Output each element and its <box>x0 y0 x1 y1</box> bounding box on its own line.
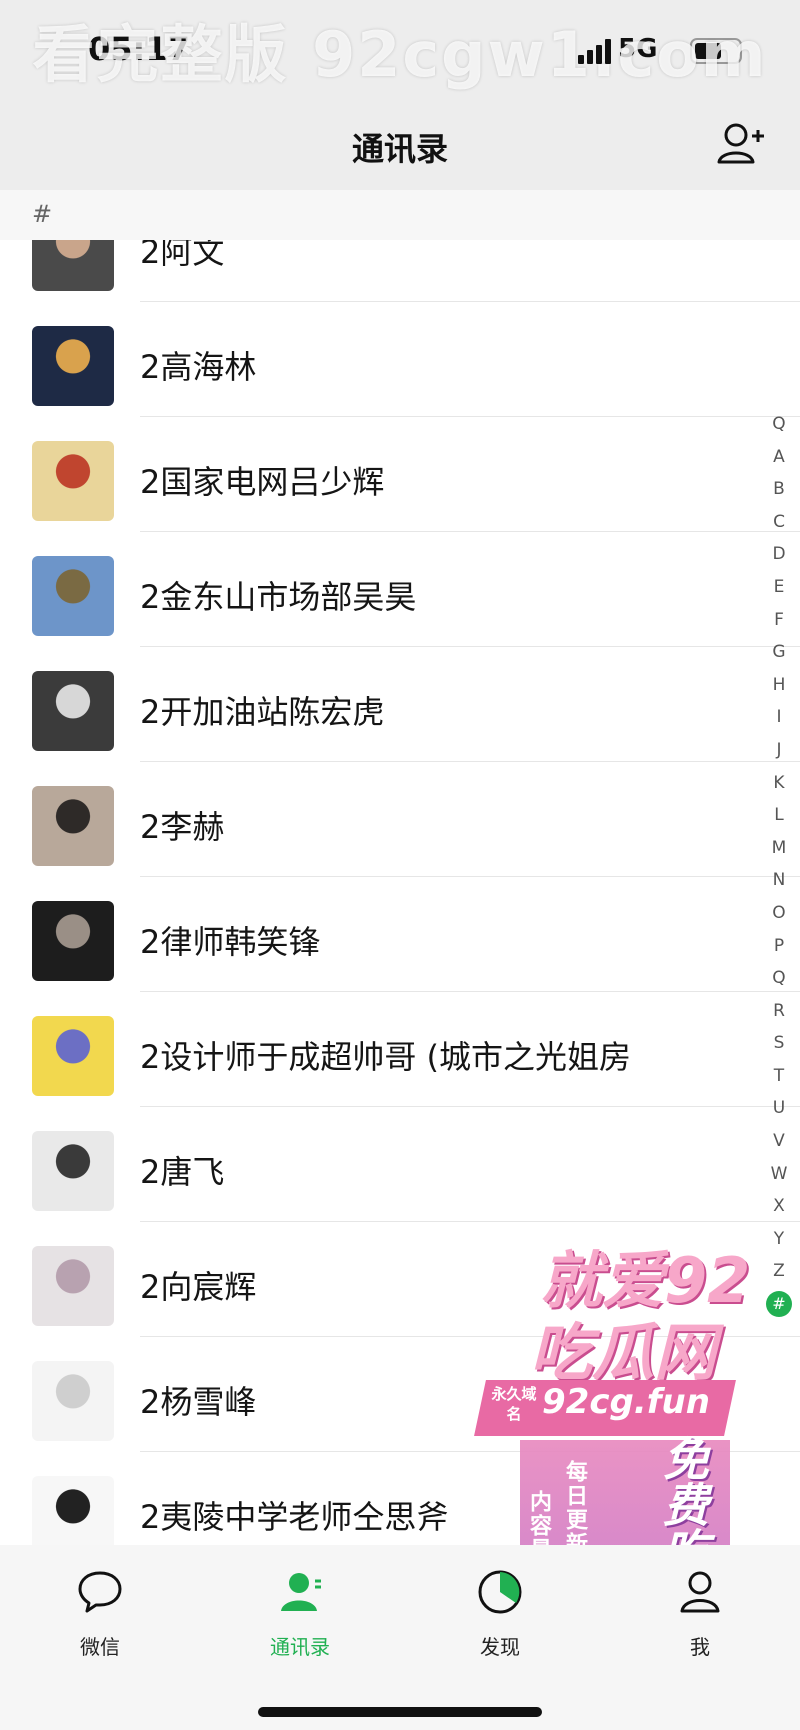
index-letter[interactable]: N <box>762 864 796 897</box>
add-friend-icon <box>717 123 764 164</box>
contact-row[interactable]: 2设计师于成超帅哥 (城市之光姐房 <box>0 992 800 1107</box>
contact-row[interactable]: 2夷陵中学老师仝思斧 <box>0 1452 800 1545</box>
avatar <box>32 671 114 751</box>
avatar <box>32 1361 114 1441</box>
avatar <box>32 1476 114 1545</box>
contact-row[interactable]: 2国家电网吕少辉 <box>0 417 800 532</box>
avatar <box>32 556 114 636</box>
contact-row[interactable]: 2杨雪峰 <box>0 1337 800 1452</box>
contact-row[interactable]: 2高海林 <box>0 302 800 417</box>
tab-me[interactable]: 我 <box>630 1567 770 1667</box>
index-letter[interactable]: T <box>762 1060 796 1093</box>
nav-bar: 通讯录 <box>0 100 800 190</box>
index-letter[interactable]: R <box>762 995 796 1028</box>
contact-list[interactable]: 2阿文 2高海林 2国家电网吕少辉 2金东山市场部吴昊 2开加油站陈宏虎 2李赫 2律师韩笑… <box>0 240 800 1545</box>
tab-bar: 微信 通讯录 发现 我 <box>0 1545 800 1730</box>
index-letter[interactable]: G <box>762 636 796 669</box>
contact-name: 2夷陵中学老师仝思斧 <box>140 1498 449 1536</box>
contact-name: 2律师韩笑锋 <box>140 923 321 961</box>
index-letter[interactable]: A <box>762 441 796 474</box>
alphabet-index[interactable]: Q A B C D E F G H I J K L M N O P Q R S T U V W X Y Z # <box>762 408 796 1318</box>
index-letter[interactable]: E <box>762 571 796 604</box>
contact-name: 2杨雪峰 <box>140 1383 257 1421</box>
index-letter[interactable]: M <box>762 832 796 865</box>
compass-icon <box>478 1570 522 1614</box>
tab-label: 通讯录 <box>270 1635 330 1659</box>
contact-row[interactable]: 2开加油站陈宏虎 <box>0 647 800 762</box>
index-letter[interactable]: O <box>762 897 796 930</box>
avatar <box>32 326 114 406</box>
contact-name: 2设计师于成超帅哥 (城市之光姐房 <box>140 1038 632 1076</box>
contact-row[interactable]: 2律师韩笑锋 <box>0 877 800 992</box>
home-indicator <box>258 1707 542 1717</box>
tab-label: 微信 <box>80 1635 120 1659</box>
index-letter[interactable]: C <box>762 506 796 539</box>
index-letter[interactable]: U <box>762 1092 796 1125</box>
avatar <box>32 901 114 981</box>
index-letter[interactable]: W <box>762 1158 796 1191</box>
contact-name: 2阿文 <box>140 240 225 271</box>
index-letter-active[interactable]: # <box>766 1291 792 1318</box>
avatar <box>32 1016 114 1096</box>
index-letter[interactable]: I <box>762 701 796 734</box>
contacts-icon <box>281 1573 321 1611</box>
avatar <box>32 1131 114 1211</box>
tab-label: 发现 <box>480 1635 520 1659</box>
index-letter[interactable]: D <box>762 538 796 571</box>
contact-name: 2金东山市场部吴昊 <box>140 578 417 616</box>
tab-discover[interactable]: 发现 <box>430 1567 570 1667</box>
index-letter[interactable]: L <box>762 799 796 832</box>
contact-name: 2向宸辉 <box>140 1268 257 1306</box>
index-letter[interactable]: X <box>762 1190 796 1223</box>
contact-name: 2开加油站陈宏虎 <box>140 693 385 731</box>
add-friend-button[interactable] <box>716 120 766 166</box>
index-letter[interactable]: J <box>762 734 796 767</box>
index-letter[interactable]: Q <box>762 408 796 441</box>
index-letter[interactable]: K <box>762 767 796 800</box>
contact-row[interactable]: 2唐飞 <box>0 1107 800 1222</box>
index-letter[interactable]: Q <box>762 962 796 995</box>
tab-contacts[interactable]: 通讯录 <box>230 1567 370 1667</box>
contact-row[interactable]: 2李赫 <box>0 762 800 877</box>
index-letter[interactable]: S <box>762 1027 796 1060</box>
section-letter: # <box>32 200 53 228</box>
avatar <box>32 240 114 291</box>
section-header: # <box>0 190 800 240</box>
tab-chats[interactable]: 微信 <box>30 1567 170 1667</box>
avatar <box>32 441 114 521</box>
avatar <box>32 1246 114 1326</box>
page-title: 通讯录 <box>351 130 448 168</box>
index-letter[interactable]: Z <box>762 1255 796 1288</box>
avatar <box>32 786 114 866</box>
tab-label: 我 <box>690 1635 710 1659</box>
index-letter[interactable]: V <box>762 1125 796 1158</box>
index-letter[interactable]: F <box>762 604 796 637</box>
contact-name: 2李赫 <box>140 808 225 846</box>
index-letter[interactable]: H <box>762 669 796 702</box>
index-letter[interactable]: Y <box>762 1223 796 1256</box>
contact-row[interactable]: 2金东山市场部吴昊 <box>0 532 800 647</box>
watermark-top: 看完整版 92cgw1.com <box>32 18 768 91</box>
person-icon <box>680 1571 720 1613</box>
contact-row[interactable]: 2向宸辉 <box>0 1222 800 1337</box>
contact-row[interactable]: 2阿文 <box>0 240 800 302</box>
chat-bubble-icon <box>78 1571 122 1613</box>
index-letter[interactable]: B <box>762 473 796 506</box>
contact-name: 2国家电网吕少辉 <box>140 463 385 501</box>
contact-name: 2高海林 <box>140 348 257 386</box>
index-letter[interactable]: P <box>762 930 796 963</box>
contact-name: 2唐飞 <box>140 1153 225 1191</box>
